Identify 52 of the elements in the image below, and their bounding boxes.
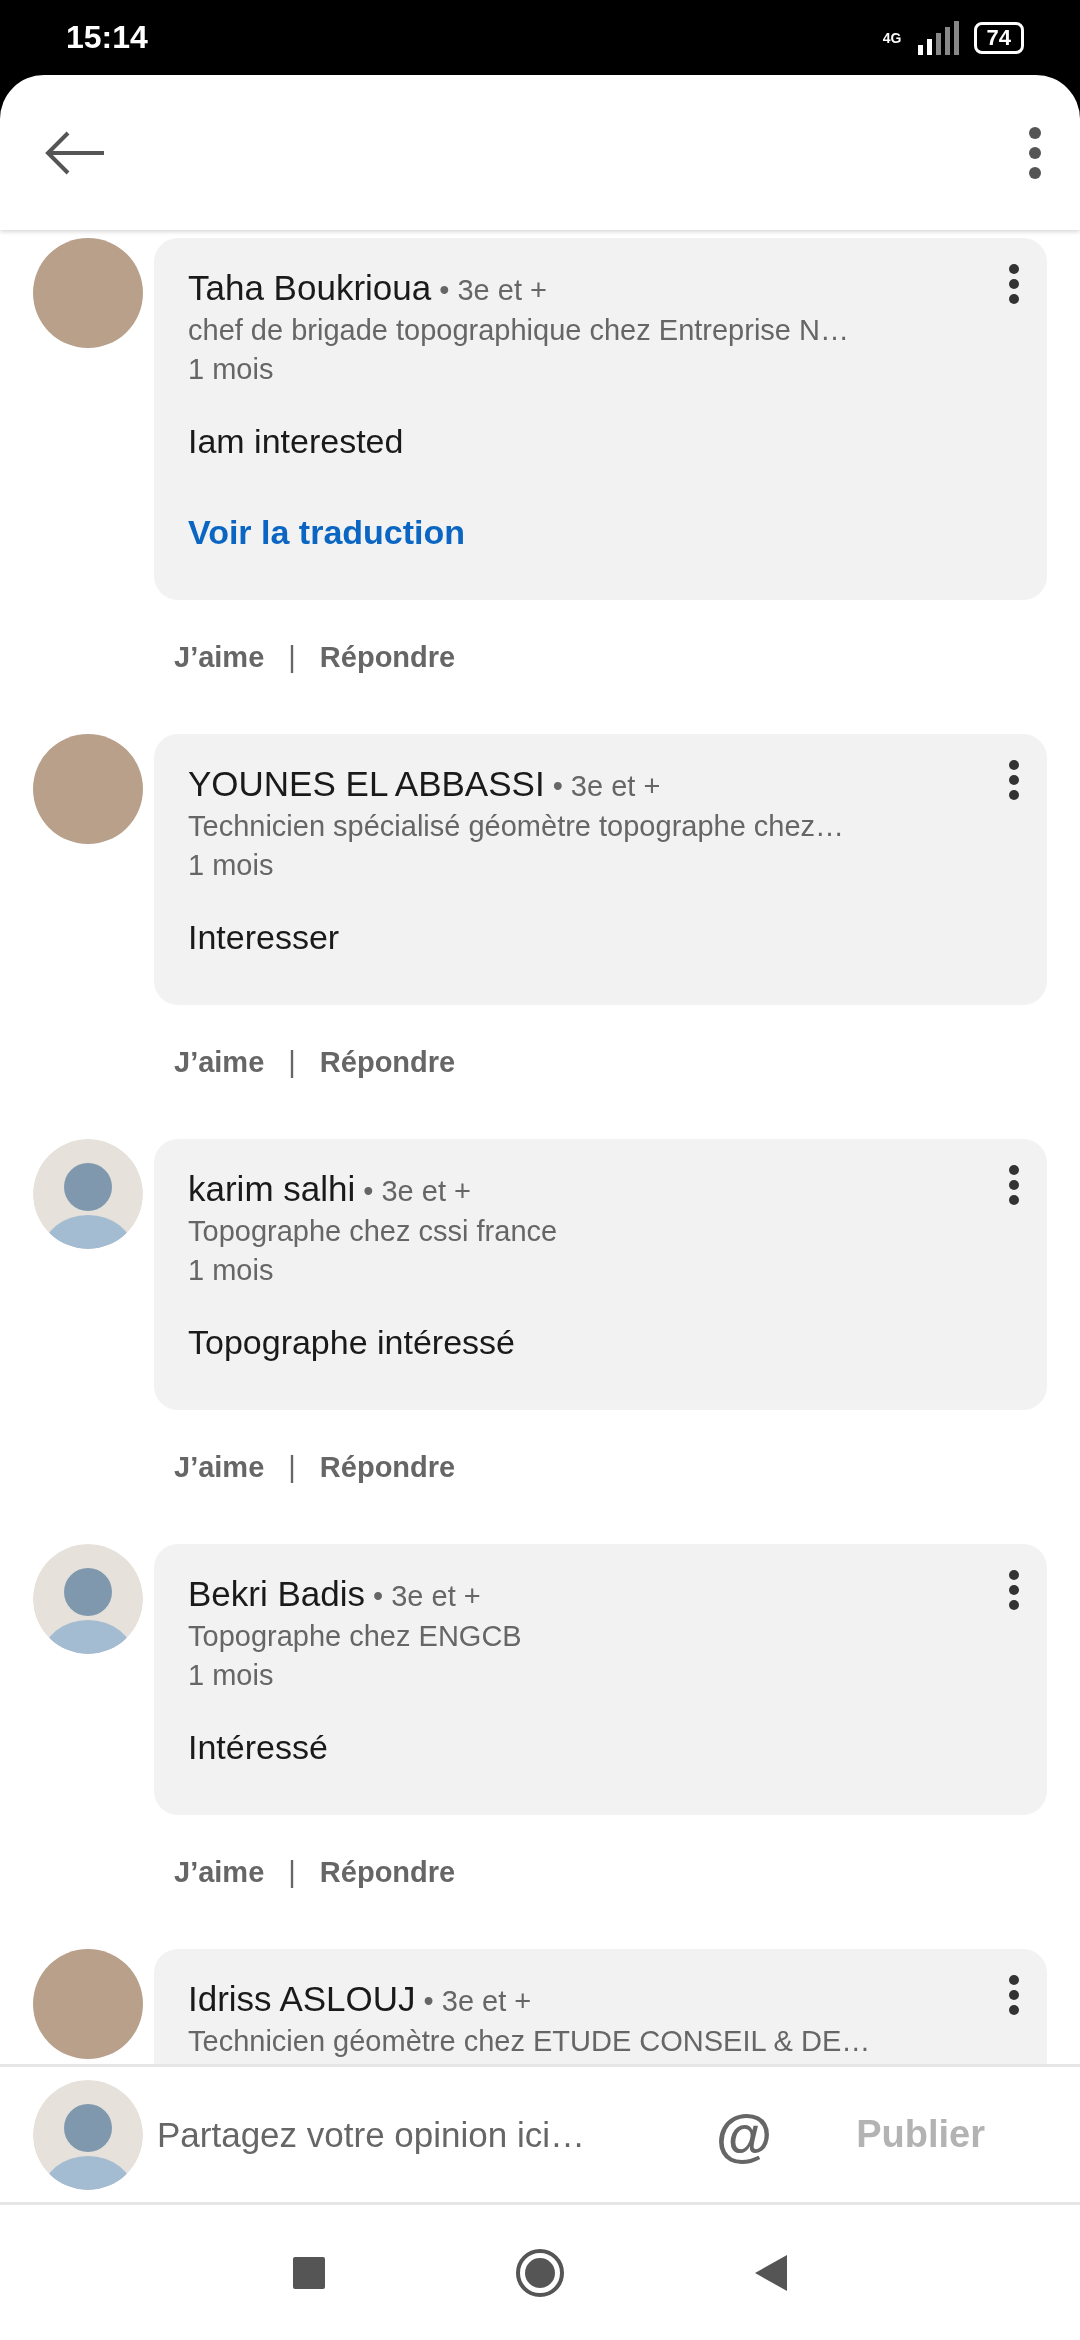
connection-degree: • 3e et + [552,770,661,803]
comment-text: Iam interested [188,422,405,461]
separator: | [288,1045,296,1079]
comment-text: Interesser [188,918,341,957]
commenter-headline: Topographe chez cssi france [188,1215,559,1248]
comment-time: 1 mois [188,1254,275,1287]
commenter-headline: chef de brigade topographique chez Entreprise N… [188,314,850,347]
reply-button[interactable]: Répondre [319,635,456,674]
separator: | [288,640,296,674]
separator: | [288,1855,296,1889]
commenter-name[interactable]: YOUNES EL ABBASSI [188,764,545,804]
network-type: 4G [882,29,902,46]
reply-button[interactable]: Répondre [319,1445,456,1484]
commenter-name[interactable]: Bekri Badis [188,1574,366,1614]
commenter-name[interactable]: Idriss ASLOUJ [188,1979,416,2019]
signal-icon [915,20,960,55]
back-icon[interactable] [755,2254,787,2291]
more-options-icon[interactable] [1007,1165,1021,1205]
comment-text: Intéressé [188,1728,329,1767]
connection-degree: • 3e et + [423,1985,532,2018]
reply-button[interactable]: Répondre [319,1850,456,1889]
commenter-headline: Technicien spécialisé géomètre topographe chez… [188,810,846,843]
comment-text: Topographe intéressé [188,1323,516,1362]
commenter-headline: Technicien géomètre chez ETUDE CONSEIL & DE… [188,2025,872,2058]
separator: | [288,1450,296,1484]
like-button[interactable]: J’aime [174,1040,265,1079]
comment-time: 1 mois [188,353,275,386]
mention-button[interactable]: @ [715,2101,843,2168]
translation-link[interactable]: Voir la traduction [188,513,466,552]
more-options-icon[interactable] [1007,760,1021,800]
like-button[interactable]: J’aime [174,1445,265,1484]
commenter-headline: Topographe chez ENGCB [188,1620,523,1653]
like-button[interactable]: J’aime [174,635,265,674]
comment-time: 1 mois [188,1659,275,1692]
connection-degree: • 3e et + [363,1175,471,1208]
connection-degree: • 3e et + [373,1580,481,1613]
more-options-icon[interactable] [1007,1975,1021,2015]
more-options-icon[interactable] [1007,1570,1021,1610]
more-options-icon[interactable] [1007,264,1021,304]
more-options-icon[interactable] [1028,126,1042,179]
comment-time: 1 mois [188,849,275,882]
battery-level: 74 [973,21,1024,54]
clock-time: 15:14 [66,19,148,56]
connection-degree: • 3e et + [439,274,547,307]
home-icon[interactable] [515,2247,565,2298]
like-button[interactable]: J’aime [174,1850,265,1889]
comment-input-field[interactable]: Partagez votre opinion ici… [157,2114,702,2155]
reply-button[interactable]: Répondre [319,1040,456,1079]
commenter-name[interactable]: karim salhi [188,1169,356,1209]
commenter-name[interactable]: Taha Boukrioua [188,268,432,308]
recent-apps-icon[interactable] [293,2256,325,2289]
back-arrow-icon[interactable] [44,129,106,176]
